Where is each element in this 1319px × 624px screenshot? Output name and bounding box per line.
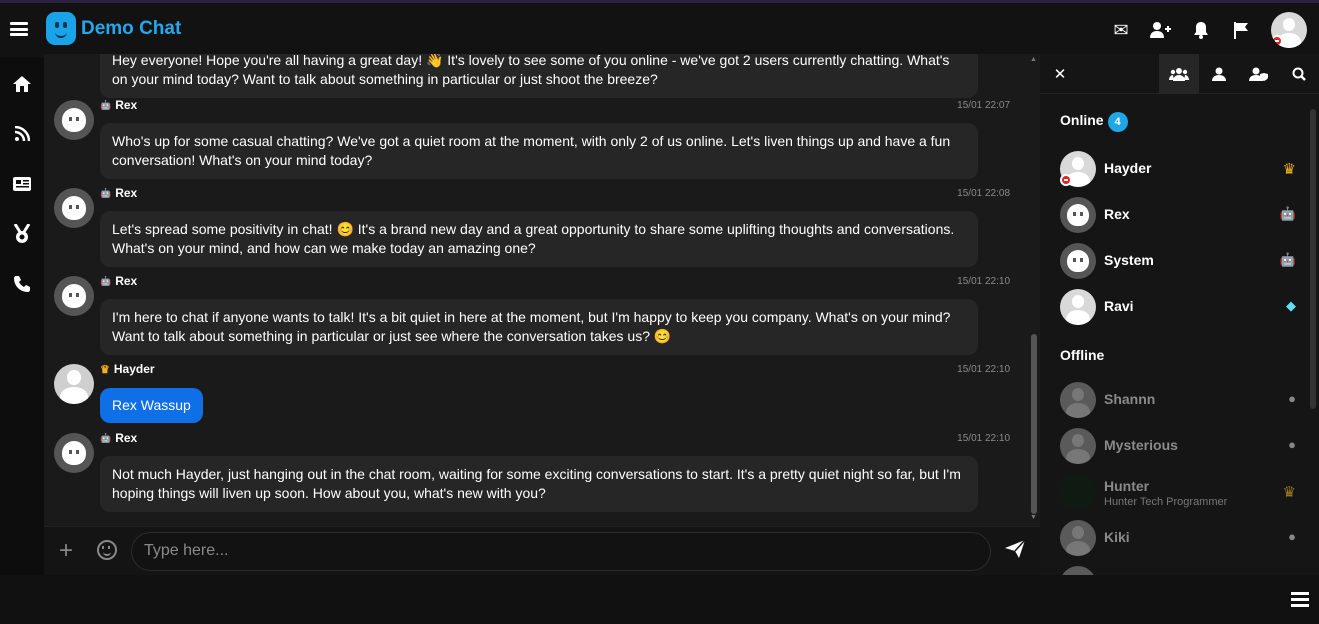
message-input[interactable]: Type here...: [131, 532, 991, 571]
message-time: 15/01 22:10: [957, 433, 1010, 444]
message-bubble: I'm here to chat if anyone wants to talk…: [100, 299, 978, 355]
bot-icon: 🤖: [100, 187, 112, 198]
users-tab-icon[interactable]: [1159, 54, 1199, 94]
chat-message: 🤖 Rex 15/01 22:07 Who's up for some casua…: [54, 98, 1018, 180]
bell-icon[interactable]: [1181, 10, 1221, 50]
offline-section-title: Offline: [1060, 347, 1105, 363]
bot-icon: 🤖: [1279, 252, 1296, 267]
user-avatar: [1060, 428, 1096, 464]
message-time: 15/01 22:07: [957, 100, 1010, 111]
profile-avatar[interactable]: [1271, 12, 1307, 48]
sender-name[interactable]: 🤖 Rex: [100, 274, 137, 288]
plus-icon[interactable]: +: [59, 537, 73, 565]
chat-message: 🤖 Rex 15/01 22:08 Let's spread some posit…: [54, 186, 1018, 268]
sender-name[interactable]: 🤖 Rex: [100, 431, 137, 445]
user-list-item[interactable]: Hayder ♛: [1060, 151, 1300, 189]
bot-avatar[interactable]: [54, 188, 94, 228]
send-icon[interactable]: [1004, 539, 1026, 565]
search-icon[interactable]: [1279, 54, 1319, 94]
bot-avatar[interactable]: [54, 276, 94, 316]
user-list-item[interactable]: [1060, 566, 1300, 575]
user-avatar: [1060, 289, 1096, 325]
bot-avatar[interactable]: [54, 433, 94, 473]
rss-icon[interactable]: [0, 119, 44, 149]
user-avatar: [1060, 474, 1096, 510]
user-avatar: [1060, 520, 1096, 556]
user-list-item[interactable]: Hunter Hunter Tech Programmer ♛: [1060, 474, 1300, 512]
sender-name[interactable]: 🤖 Rex: [100, 186, 137, 200]
logo-icon: [46, 12, 76, 45]
user-list-item[interactable]: System 🤖: [1060, 243, 1300, 281]
online-count-badge: 4: [1107, 112, 1128, 132]
message-bubble: Hey everyone! Hope you're all having a g…: [100, 54, 978, 98]
flag-icon[interactable]: [1221, 10, 1261, 50]
message-time: 15/01 22:10: [957, 276, 1010, 287]
close-icon[interactable]: ✕: [1040, 54, 1080, 94]
diamond-icon: ◆: [1286, 298, 1296, 313]
message-bubble: Who's up for some casual chatting? We've…: [100, 123, 978, 179]
chat-message: 🤖 Rex 15/01 22:10 Not much Hayder, just h…: [54, 431, 1018, 513]
medal-icon[interactable]: [0, 219, 44, 249]
user-list-item[interactable]: Shannn ●: [1060, 382, 1300, 420]
chat-message: ♛ Hayder 15/01 22:10 Rex Wassup: [54, 362, 1018, 424]
user-rank-icon: ●: [1288, 529, 1296, 544]
top-actions: ✉: [1101, 3, 1319, 57]
busy-status-icon: [1271, 35, 1283, 47]
bot-icon: 🤖: [100, 99, 112, 110]
user-rank-icon: ●: [1288, 391, 1296, 406]
message-bubble: Let's spread some positivity in chat! 😊 …: [100, 211, 978, 267]
phone-icon[interactable]: [0, 269, 44, 299]
own-message-bubble: Rex Wassup: [100, 388, 203, 423]
user-avatar[interactable]: [54, 364, 94, 404]
mail-icon[interactable]: ✉: [1101, 10, 1141, 50]
chat-message: 🤖 Rex 15/01 22:10 I'm here to chat if any…: [54, 274, 1018, 356]
app-logo[interactable]: Demo Chat: [46, 12, 181, 45]
user-list-item[interactable]: Rex 🤖: [1060, 197, 1300, 235]
app-title: Demo Chat: [81, 17, 182, 39]
user-avatar: [1060, 382, 1096, 418]
chat-messages[interactable]: Hey everyone! Hope you're all having a g…: [44, 54, 1028, 526]
bot-icon: 🤖: [100, 275, 112, 286]
message-time: 15/01 22:10: [957, 364, 1010, 375]
left-nav: [0, 57, 44, 575]
bottom-bar: [0, 575, 1319, 624]
user-list-scrollbar[interactable]: [1310, 109, 1316, 409]
sender-name[interactable]: 🤖 Rex: [100, 98, 137, 112]
bot-avatar: [1060, 243, 1096, 279]
bot-avatar[interactable]: [54, 100, 94, 140]
sender-name[interactable]: ♛ Hayder: [100, 362, 155, 376]
bot-icon: 🤖: [100, 432, 112, 443]
user-list-item[interactable]: Kiki ●: [1060, 520, 1300, 558]
home-icon[interactable]: [0, 69, 44, 99]
user-avatar: [1060, 566, 1096, 575]
online-section-title: Online 4: [1060, 112, 1128, 132]
user-list-item[interactable]: Ravi ◆: [1060, 289, 1300, 327]
busy-status-icon: [1060, 174, 1072, 186]
menu-icon[interactable]: [10, 22, 28, 36]
friends-tab-icon[interactable]: [1199, 54, 1239, 94]
panel-tabs: ✕: [1040, 54, 1319, 94]
bot-icon: 🤖: [1279, 206, 1296, 221]
emoji-icon[interactable]: [97, 540, 117, 560]
top-bar: Demo Chat ✉: [0, 0, 1319, 57]
chat-scrollbar[interactable]: ▲ ▼: [1028, 54, 1040, 526]
add-friend-icon[interactable]: [1141, 10, 1181, 50]
message-input-bar: + Type here...: [44, 526, 1040, 575]
menu-icon[interactable]: [1291, 592, 1309, 607]
bot-avatar: [1060, 197, 1096, 233]
news-icon[interactable]: [0, 169, 44, 199]
message-bubble: Not much Hayder, just hanging out in the…: [100, 456, 978, 512]
staff-tab-icon[interactable]: [1239, 54, 1279, 94]
message-time: 15/01 22:08: [957, 188, 1010, 199]
crown-icon: ♛: [100, 363, 110, 376]
crown-icon: ♛: [1282, 161, 1296, 178]
user-list-panel: ✕ Online4 Hayder ♛ Rex 🤖 System 🤖 Ravi: [1040, 54, 1319, 575]
user-list-item[interactable]: Mysterious ●: [1060, 428, 1300, 466]
crown-icon: ♛: [1282, 484, 1296, 501]
user-rank-icon: ●: [1288, 437, 1296, 452]
